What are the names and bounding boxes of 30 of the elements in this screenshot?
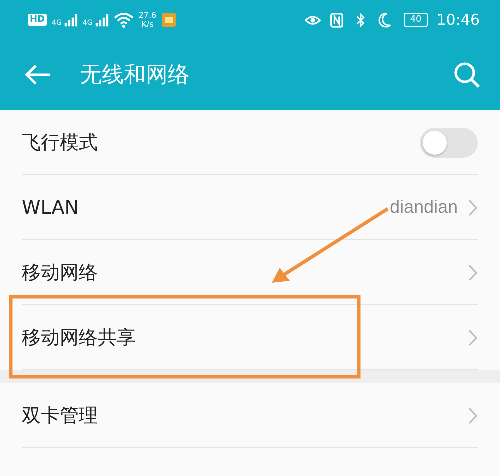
settings-row[interactable]: 双卡管理 xyxy=(0,383,500,448)
settings-row[interactable]: 飞行模式 xyxy=(0,110,500,175)
setting-label: WLAN xyxy=(22,196,80,218)
back-arrow-icon[interactable] xyxy=(25,64,51,86)
setting-label: 飞行模式 xyxy=(22,130,99,156)
setting-label: 移动网络 xyxy=(22,260,99,286)
settings-row[interactable]: WLAN diandian xyxy=(0,175,500,240)
chevron-icon xyxy=(468,198,478,216)
nfc-icon xyxy=(329,12,346,28)
speed-unit: K/s xyxy=(142,20,154,29)
search-icon[interactable] xyxy=(454,62,480,88)
hd-badge: HD xyxy=(28,14,48,26)
signal-icon xyxy=(94,14,109,26)
clock-time: 10:46 xyxy=(436,11,480,29)
setting-label: 双卡管理 xyxy=(22,404,99,428)
setting-value: diandian xyxy=(390,197,458,218)
signal-icon xyxy=(64,14,78,26)
setting-label: 移动网络共享 xyxy=(22,326,137,350)
settings-row[interactable]: 移动网络 xyxy=(0,240,500,305)
settings-row[interactable]: 移动网络共享 xyxy=(0,305,500,370)
battery-icon: 40 xyxy=(404,13,428,27)
chevron-icon xyxy=(468,328,478,346)
speed-value: 27.6 xyxy=(138,11,157,20)
chevron-icon xyxy=(468,264,478,282)
chevron-icon xyxy=(468,406,478,424)
wifi-icon xyxy=(114,12,134,28)
screen-title: 无线和网络 xyxy=(80,62,191,90)
toggle-switch[interactable] xyxy=(420,128,478,158)
moon-icon xyxy=(377,12,394,28)
message-icon xyxy=(162,13,176,27)
